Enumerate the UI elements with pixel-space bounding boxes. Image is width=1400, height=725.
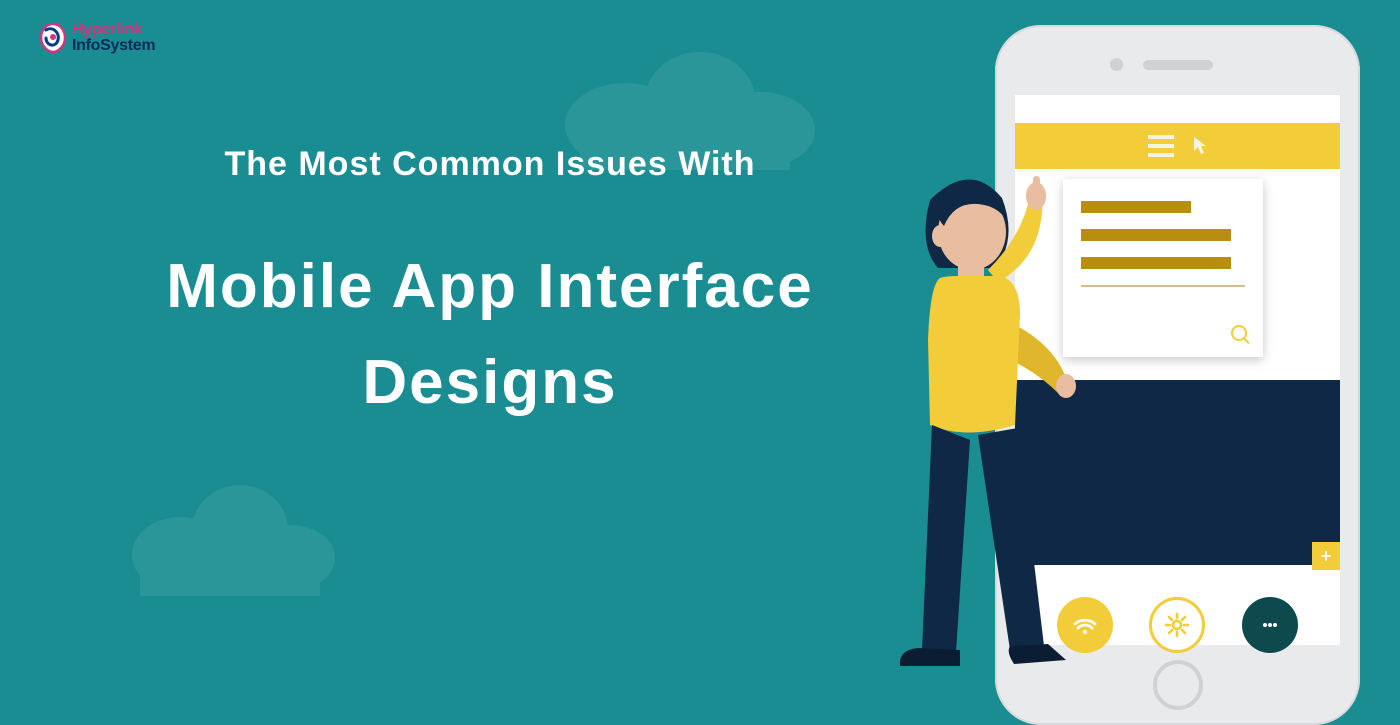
- person-illustration: [870, 140, 1100, 690]
- company-logo: Hyperlink InfoSystem: [38, 22, 155, 54]
- cursor-icon: [1192, 136, 1208, 156]
- logo-text-line1: Hyperlink: [72, 22, 155, 38]
- search-icon: [1231, 325, 1247, 341]
- headline-block: The Most Common Issues With Mobile App I…: [90, 145, 890, 431]
- chat-icon: [1242, 597, 1298, 653]
- phone-speaker: [1143, 60, 1213, 70]
- hamburger-menu-icon: [1148, 135, 1174, 157]
- logo-mark-icon: [38, 22, 68, 54]
- card-line-item: [1081, 257, 1231, 269]
- phone-home-button: [1153, 660, 1203, 710]
- card-divider: [1081, 285, 1245, 287]
- add-button: +: [1312, 542, 1340, 570]
- gear-icon: [1149, 597, 1205, 653]
- phone-camera: [1110, 58, 1123, 71]
- headline-subtitle: The Most Common Issues With: [90, 145, 890, 184]
- cloud-decoration: [120, 470, 340, 600]
- logo-text-line2: InfoSystem: [72, 38, 155, 54]
- card-line-item: [1081, 229, 1231, 241]
- headline-title: Mobile App Interface Designs: [90, 239, 890, 431]
